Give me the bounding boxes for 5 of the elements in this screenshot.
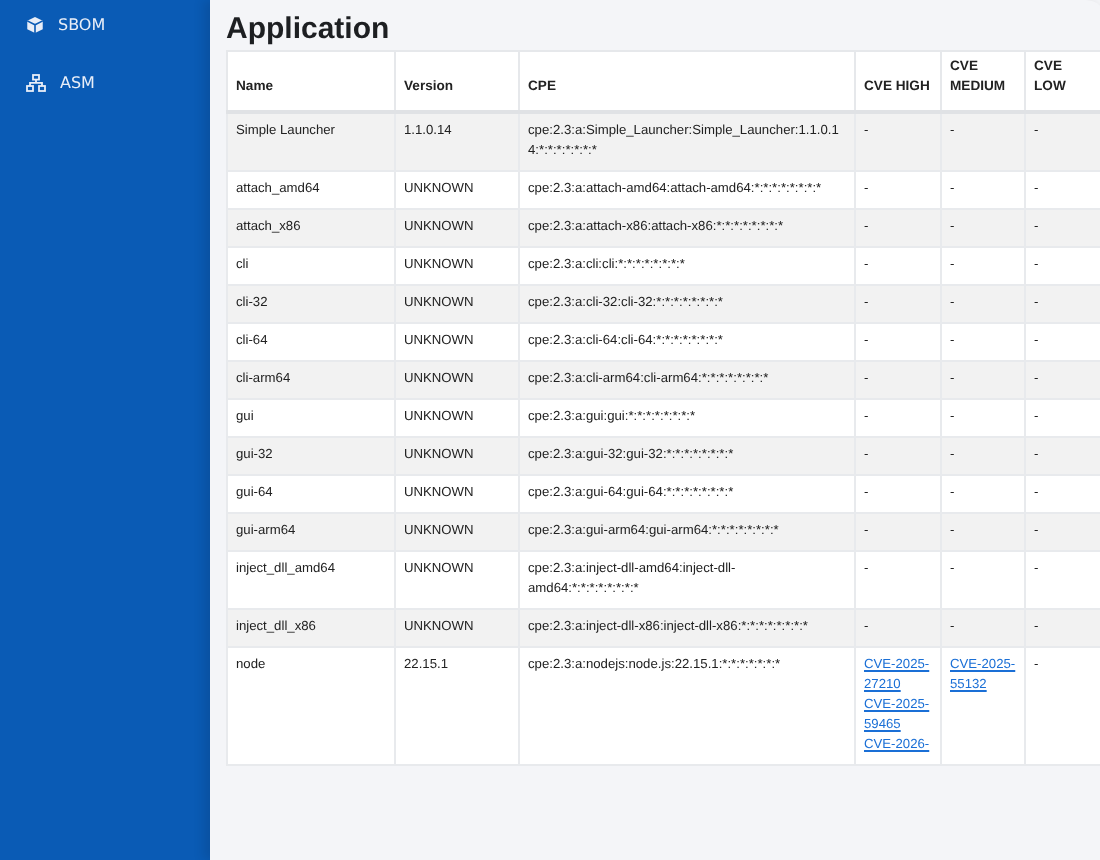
network-icon — [26, 74, 46, 92]
sidebar-item[interactable]: SBOM — [0, 4, 210, 46]
page-title: Application — [226, 12, 392, 46]
sidebar-item[interactable]: ASM — [0, 62, 210, 104]
cube-icon — [26, 16, 44, 34]
